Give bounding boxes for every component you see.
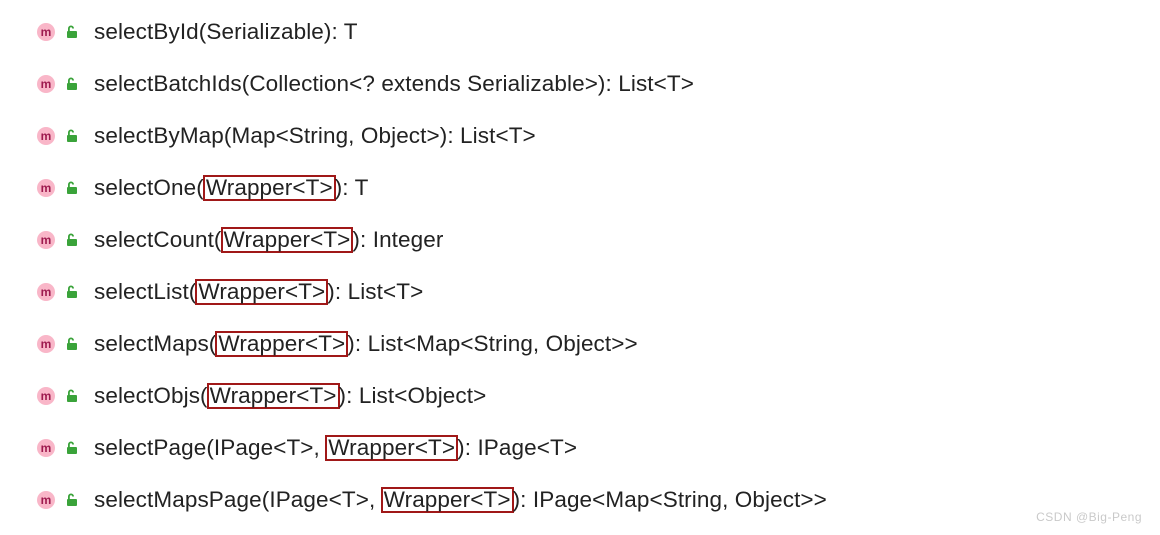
signature-suffix: ): List<T> <box>327 279 423 304</box>
method-icon <box>36 438 56 458</box>
watermark-text: CSDN @Big-Peng <box>1036 510 1142 524</box>
method-signature: selectObjs(Wrapper<T>): List<Object> <box>94 383 486 410</box>
unlock-icon <box>64 284 80 300</box>
method-icon <box>36 22 56 42</box>
unlock-icon <box>64 388 80 404</box>
method-signature: selectMaps(Wrapper<T>): List<Map<String,… <box>94 331 638 358</box>
method-icon <box>36 490 56 510</box>
method-row[interactable]: selectObjs(Wrapper<T>): List<Object> <box>36 370 1160 422</box>
highlight-box: Wrapper<T> <box>221 227 354 254</box>
unlock-icon <box>64 336 80 352</box>
method-icon <box>36 386 56 406</box>
unlock-icon <box>64 232 80 248</box>
highlight-box: Wrapper<T> <box>215 331 348 358</box>
method-signature: selectByMap(Map<String, Object>): List<T… <box>94 123 536 149</box>
signature-suffix: ): Integer <box>352 227 443 252</box>
method-signature: selectPage(IPage<T>, Wrapper<T>): IPage<… <box>94 435 577 462</box>
method-row[interactable]: selectMaps(Wrapper<T>): List<Map<String,… <box>36 318 1160 370</box>
signature-prefix: selectByMap(Map<String, Object>): List<T… <box>94 123 536 148</box>
signature-suffix: ): List<Map<String, Object>> <box>347 331 637 356</box>
method-row[interactable]: selectBatchIds(Collection<? extends Seri… <box>36 58 1160 110</box>
method-row[interactable]: selectById(Serializable): T <box>36 6 1160 58</box>
method-row[interactable]: selectCount(Wrapper<T>): Integer <box>36 214 1160 266</box>
method-signature: selectMapsPage(IPage<T>, Wrapper<T>): IP… <box>94 487 827 514</box>
signature-prefix: selectPage(IPage<T>, <box>94 435 326 460</box>
highlight-box: Wrapper<T> <box>203 175 336 202</box>
unlock-icon <box>64 24 80 40</box>
method-row[interactable]: selectByMap(Map<String, Object>): List<T… <box>36 110 1160 162</box>
signature-suffix: ): IPage<Map<String, Object>> <box>513 487 827 512</box>
highlight-box: Wrapper<T> <box>381 487 514 514</box>
unlock-icon <box>64 492 80 508</box>
unlock-icon <box>64 128 80 144</box>
signature-suffix: ): T <box>335 175 369 200</box>
highlight-box: Wrapper<T> <box>325 435 458 462</box>
method-signature: selectOne(Wrapper<T>): T <box>94 175 368 202</box>
signature-suffix: ): List<Object> <box>339 383 487 408</box>
method-list: selectById(Serializable): T selectBatchId… <box>36 6 1160 526</box>
method-icon <box>36 282 56 302</box>
method-icon <box>36 230 56 250</box>
method-row[interactable]: selectOne(Wrapper<T>): T <box>36 162 1160 214</box>
method-row[interactable]: selectList(Wrapper<T>): List<T> <box>36 266 1160 318</box>
signature-prefix: selectById(Serializable): T <box>94 19 358 44</box>
method-row[interactable]: selectPage(IPage<T>, Wrapper<T>): IPage<… <box>36 422 1160 474</box>
signature-suffix: ): IPage<T> <box>457 435 577 460</box>
signature-prefix: selectMapsPage(IPage<T>, <box>94 487 382 512</box>
method-row[interactable]: selectMapsPage(IPage<T>, Wrapper<T>): IP… <box>36 474 1160 526</box>
method-icon <box>36 334 56 354</box>
unlock-icon <box>64 180 80 196</box>
signature-prefix: selectOne( <box>94 175 204 200</box>
method-signature: selectCount(Wrapper<T>): Integer <box>94 227 443 254</box>
method-signature: selectBatchIds(Collection<? extends Seri… <box>94 71 694 97</box>
method-signature: selectById(Serializable): T <box>94 19 358 45</box>
method-icon <box>36 178 56 198</box>
signature-prefix: selectList( <box>94 279 196 304</box>
highlight-box: Wrapper<T> <box>207 383 340 410</box>
method-icon <box>36 126 56 146</box>
signature-prefix: selectCount( <box>94 227 222 252</box>
method-signature: selectList(Wrapper<T>): List<T> <box>94 279 423 306</box>
unlock-icon <box>64 76 80 92</box>
signature-prefix: selectObjs( <box>94 383 208 408</box>
highlight-box: Wrapper<T> <box>195 279 328 306</box>
method-icon <box>36 74 56 94</box>
unlock-icon <box>64 440 80 456</box>
signature-prefix: selectBatchIds(Collection<? extends Seri… <box>94 71 694 96</box>
signature-prefix: selectMaps( <box>94 331 216 356</box>
